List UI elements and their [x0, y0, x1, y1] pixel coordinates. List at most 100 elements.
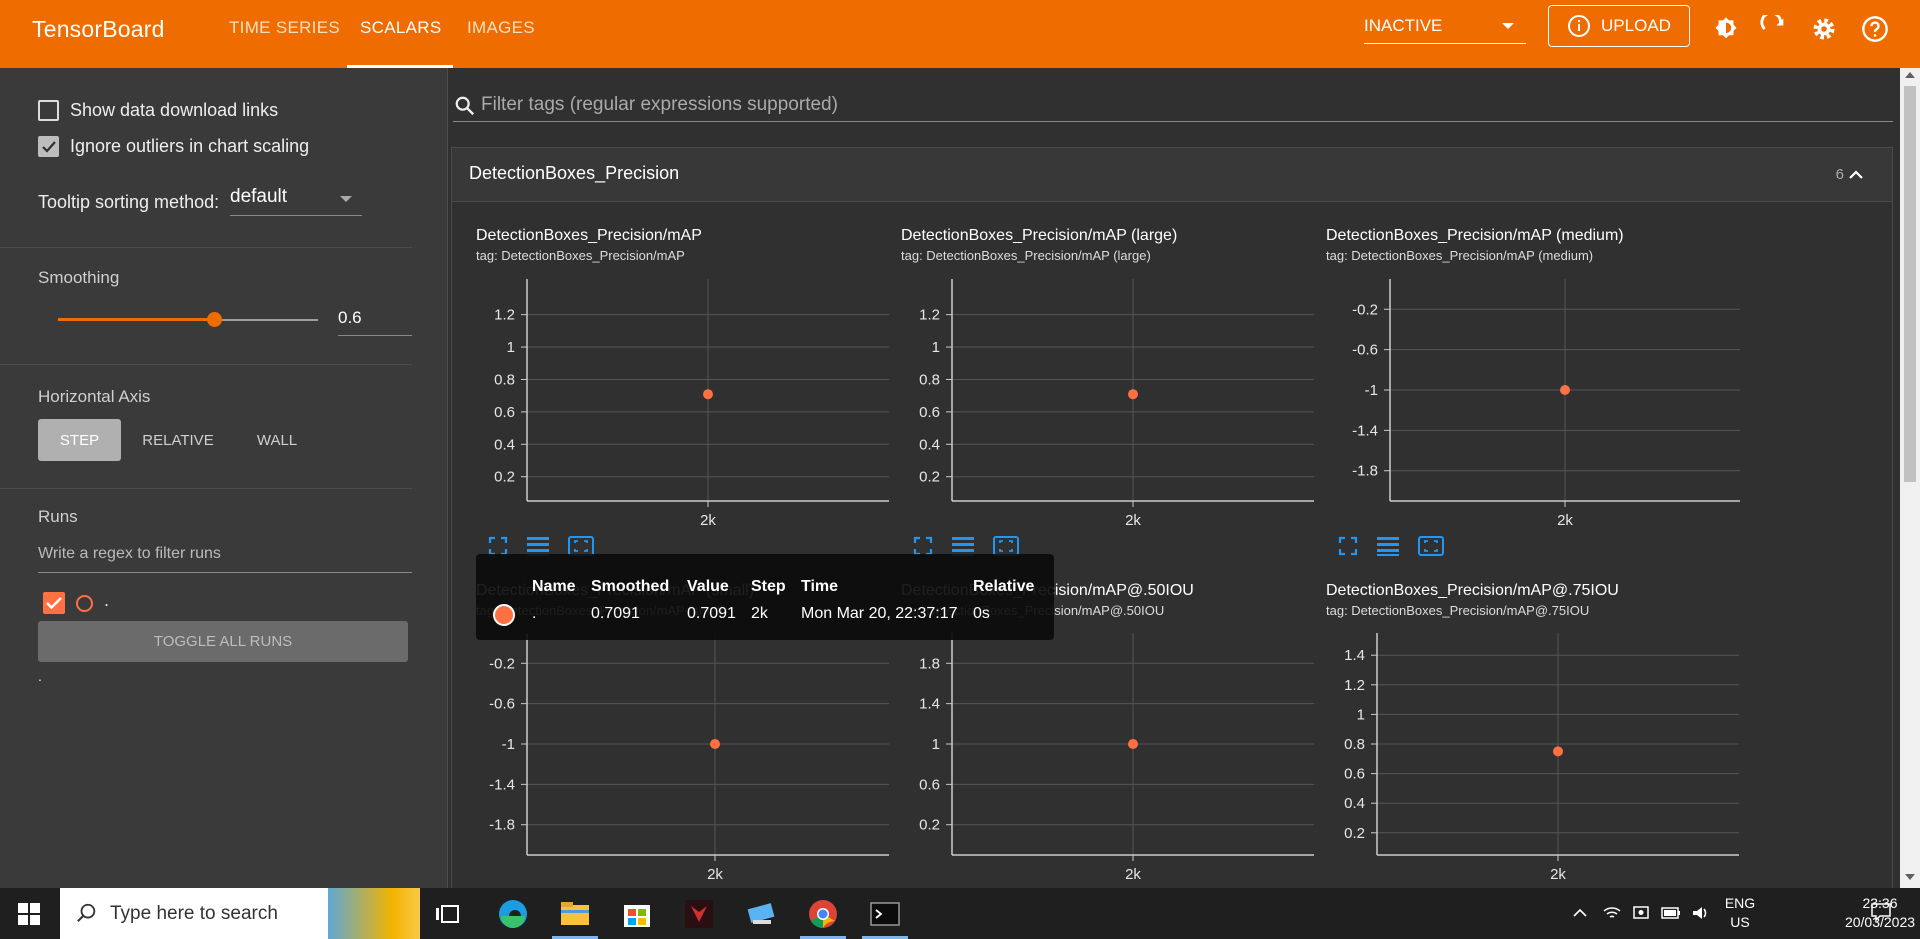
file-explorer-icon[interactable] [557, 896, 593, 932]
y-tick-label: 1.2 [1344, 677, 1365, 694]
tooltip-run-name: . [532, 605, 537, 622]
scroll-up-arrow[interactable] [1905, 72, 1915, 78]
gaming-app-icon[interactable] [681, 896, 717, 932]
terminal-icon[interactable] [867, 896, 903, 932]
chart-tooltip: Name Smoothed Value Step Time Relative .… [476, 554, 1054, 640]
show-download-links-checkbox[interactable] [38, 100, 59, 121]
divider [0, 488, 412, 489]
scroll-thumb[interactable] [1904, 86, 1916, 482]
wifi-icon[interactable] [1602, 903, 1622, 923]
x-tick-label: 2k [700, 512, 716, 529]
tooltip-run-swatch [493, 604, 515, 626]
ignore-outliers-label[interactable]: Ignore outliers in chart scaling [70, 136, 309, 157]
y-tick-label: -1 [1365, 382, 1378, 399]
tooltip-step: 2k [751, 605, 768, 622]
x-tick-label: 2k [707, 866, 723, 883]
tag-filter-placeholder: Filter tags (regular expressions support… [481, 94, 838, 115]
os-taskbar: Type here to search ENG US 23:36 20/03/2… [0, 888, 1920, 939]
edge-browser-icon[interactable] [495, 896, 531, 932]
page-scrollbar[interactable] [1900, 68, 1920, 888]
volume-icon[interactable] [1690, 903, 1710, 923]
chevron-up-icon[interactable] [1848, 167, 1864, 183]
smoothing-slider-thumb[interactable] [207, 312, 222, 327]
fit-domain-icon[interactable] [1417, 535, 1445, 557]
smoothing-slider-fill [58, 318, 214, 321]
axis-step-button[interactable]: STEP [38, 419, 121, 461]
help-icon[interactable] [1861, 15, 1889, 43]
windows-start-icon[interactable] [18, 903, 40, 925]
tag-filter-input[interactable]: Filter tags (regular expressions support… [453, 90, 1893, 122]
y-tick-label: 0.6 [1344, 766, 1365, 783]
show-download-links-label[interactable]: Show data download links [70, 100, 278, 121]
chart-title: DetectionBoxes_Precision/mAP@.75IOU [1326, 582, 1619, 599]
chrome-browser-icon[interactable] [805, 896, 841, 932]
fullscreen-icon[interactable] [1337, 535, 1359, 557]
chevron-up-icon[interactable] [1572, 905, 1588, 921]
run-color-swatch[interactable] [76, 595, 93, 612]
scalar-chart: -1.8 -1.4 -1 -0.6 -0.2 2k [489, 633, 889, 883]
y-tick-label: 0.8 [919, 371, 940, 388]
app-header: TensorBoard TIME SERIES SCALARS IMAGES I… [0, 0, 1920, 68]
y-tick-label: -0.2 [489, 655, 515, 672]
snipping-tool-icon[interactable] [743, 896, 779, 932]
x-tick-label: 2k [1550, 866, 1566, 883]
scroll-down-arrow[interactable] [1905, 874, 1915, 880]
y-tick-label: 0.6 [919, 776, 940, 793]
axis-relative-button[interactable]: RELATIVE [128, 419, 228, 461]
divider [0, 364, 412, 365]
chevron-down-icon [340, 196, 352, 202]
y-tick-label: 1.2 [919, 307, 940, 324]
y-tick-label: 0.8 [494, 371, 515, 388]
upload-button[interactable]: UPLOAD [1548, 5, 1690, 47]
notification-center[interactable] [1870, 902, 1892, 922]
y-tick-label: 0.4 [1344, 795, 1365, 812]
y-tick-label: 1 [932, 339, 940, 356]
axis-wall-button[interactable]: WALL [236, 419, 318, 461]
task-view-icon[interactable] [432, 896, 468, 932]
y-tick-label: 0.6 [494, 404, 515, 421]
y-tick-label: 1 [932, 736, 940, 753]
tab-time-series[interactable]: TIME SERIES [229, 18, 340, 38]
tooltip-header-relative: Relative [973, 578, 1035, 595]
taskbar-search-placeholder: Type here to search [110, 903, 278, 924]
runs-footer-text: . [38, 668, 42, 684]
tab-images[interactable]: IMAGES [467, 18, 535, 38]
divider [0, 247, 412, 248]
tooltip-sorting-select[interactable]: default [230, 186, 362, 216]
gear-icon[interactable] [1810, 15, 1838, 43]
y-tick-label: 1.4 [919, 696, 940, 713]
y-tick-label: 0.2 [1344, 825, 1365, 842]
ignore-outliers-checkbox[interactable] [38, 136, 59, 157]
y-tick-label: -1.4 [489, 776, 515, 793]
runs-filter-input[interactable]: Write a regex to filter runs [38, 541, 412, 573]
info-icon [1568, 15, 1591, 37]
brightness-icon[interactable] [1712, 15, 1740, 43]
battery-icon[interactable] [1660, 903, 1682, 923]
data-table-icon[interactable] [1376, 535, 1400, 557]
y-tick-label: -0.6 [489, 696, 515, 713]
tab-scalars[interactable]: SCALARS [360, 18, 441, 38]
tag-group-header[interactable]: DetectionBoxes_Precision 6 [452, 148, 1892, 202]
search-icon [455, 96, 475, 116]
taskbar-search-box[interactable]: Type here to search [60, 888, 420, 939]
y-tick-label: 1.2 [494, 307, 515, 324]
tooltip-sorting-label: Tooltip sorting method: [38, 192, 220, 212]
app-brand[interactable]: TensorBoard [32, 16, 165, 43]
refresh-icon[interactable] [1760, 15, 1788, 43]
run-checkbox[interactable] [43, 592, 65, 614]
webcam-icon[interactable] [1631, 903, 1651, 923]
language-code: ENG [1724, 895, 1756, 911]
data-point [1128, 739, 1138, 749]
input-language[interactable]: ENG US [1722, 894, 1758, 932]
horizontal-axis-label: Horizontal Axis [38, 387, 151, 406]
chart-title: DetectionBoxes_Precision/mAP (large) [901, 227, 1178, 244]
tooltip-value: 0.7091 [687, 605, 736, 622]
run-state-select[interactable]: INACTIVE [1364, 16, 1526, 44]
store-icon[interactable] [619, 896, 655, 932]
smoothing-value-input[interactable]: 0.6 [338, 308, 412, 336]
x-tick-label: 2k [1125, 866, 1141, 883]
toggle-all-runs-button[interactable]: TOGGLE ALL RUNS [38, 621, 408, 662]
chart-actions [1337, 535, 1445, 557]
y-tick-label: -0.6 [1352, 342, 1378, 359]
check-icon [42, 141, 56, 153]
